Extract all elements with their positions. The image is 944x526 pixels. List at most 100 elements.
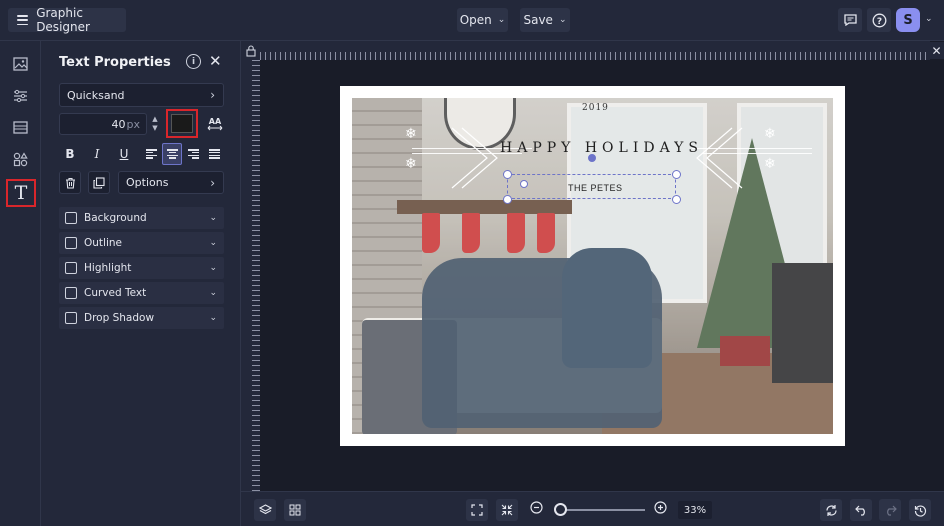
curved-text-checkbox[interactable]	[65, 287, 77, 299]
help-button[interactable]: ?	[867, 8, 891, 32]
drop-shadow-label: Drop Shadow	[84, 312, 155, 324]
app-title: Graphic Designer	[36, 6, 90, 34]
background-tool-button[interactable]	[8, 115, 33, 140]
user-avatar[interactable]: S	[896, 8, 920, 32]
canvas-workspace[interactable]: ✕ ❄ ❄ ❄ ❄ 2019 HAPPY HOLIDAYS THE PETES	[241, 41, 944, 491]
chevron-down-icon[interactable]: ⌄	[209, 213, 217, 223]
ruler-lock-icon[interactable]	[241, 41, 260, 60]
panel-title: Text Properties	[59, 55, 171, 70]
chevron-down-icon[interactable]: ⌄	[209, 263, 217, 273]
adjustments-icon	[14, 89, 27, 102]
actual-size-button[interactable]	[496, 499, 518, 521]
text-color-swatch[interactable]	[166, 109, 198, 138]
history-button[interactable]	[909, 499, 931, 521]
chevron-down-icon[interactable]: ⌄	[209, 238, 217, 248]
comment-icon	[843, 14, 857, 26]
fit-to-screen-button[interactable]	[466, 499, 488, 521]
drop-shadow-section[interactable]: Drop Shadow ⌄	[59, 307, 224, 329]
images-icon	[13, 56, 28, 71]
history-icon	[914, 504, 926, 517]
svg-text:?: ?	[876, 17, 881, 27]
family-photo[interactable]: ❄ ❄ ❄ ❄ 2019 HAPPY HOLIDAYS THE PETES	[352, 98, 833, 434]
background-icon	[13, 121, 28, 134]
letter-spacing-icon: AA	[207, 117, 223, 131]
zoom-slider-knob[interactable]	[554, 503, 567, 516]
sync-button[interactable]	[820, 499, 842, 521]
duplicate-icon	[93, 176, 105, 189]
save-button[interactable]: Save ⌄	[520, 8, 570, 32]
comments-button[interactable]	[838, 8, 862, 32]
images-tool-button[interactable]	[8, 51, 33, 76]
outline-section[interactable]: Outline ⌄	[59, 232, 224, 254]
zoom-out-icon[interactable]	[530, 501, 543, 518]
chevron-down-icon[interactable]: ▼	[152, 124, 157, 133]
bold-button[interactable]: B	[60, 143, 80, 165]
undo-icon	[854, 505, 865, 516]
year-text[interactable]: 2019	[582, 103, 609, 113]
grid-button[interactable]	[284, 499, 306, 521]
open-button[interactable]: Open ⌄	[457, 8, 508, 32]
justify-button[interactable]	[204, 143, 224, 165]
app-menu-button[interactable]: Graphic Designer	[8, 6, 126, 34]
resize-handle-bottom-right[interactable]	[672, 195, 681, 204]
elements-tool-button[interactable]	[8, 147, 33, 172]
snowflake-icon: ❄	[405, 126, 417, 142]
adjustments-tool-button[interactable]	[8, 83, 33, 108]
outline-label: Outline	[84, 237, 122, 249]
highlight-checkbox[interactable]	[65, 262, 77, 274]
expand-icon	[471, 504, 483, 516]
underline-button[interactable]: U	[114, 143, 134, 165]
chevron-down-icon[interactable]: ⌄	[209, 288, 217, 298]
tool-rail: T	[0, 41, 41, 526]
resize-handle-top-left[interactable]	[503, 170, 512, 179]
letter-spacing-button[interactable]: AA	[205, 114, 225, 134]
rotate-handle[interactable]	[588, 154, 596, 162]
align-right-icon	[187, 149, 199, 159]
chevron-down-icon: ⌄	[497, 15, 506, 25]
horizontal-ruler	[260, 41, 930, 60]
font-size-input[interactable]: 40 px	[59, 113, 147, 135]
chevron-down-icon[interactable]: ⌄	[209, 313, 217, 323]
text-tool-button[interactable]: T	[6, 179, 36, 207]
resize-handle-left[interactable]	[520, 180, 528, 188]
design-card[interactable]: ❄ ❄ ❄ ❄ 2019 HAPPY HOLIDAYS THE PETES	[340, 86, 845, 446]
font-size-stepper[interactable]: ▲ ▼	[149, 113, 161, 135]
text-properties-panel: Text Properties i ✕ Quicksand › 40 px ▲ …	[41, 41, 241, 526]
resize-handle-bottom-left[interactable]	[503, 195, 512, 204]
close-rulers-icon[interactable]: ✕	[929, 42, 944, 59]
chevron-right-icon: ›	[210, 88, 215, 102]
align-center-icon	[166, 149, 178, 159]
italic-button[interactable]: I	[87, 143, 107, 165]
font-family-select[interactable]: Quicksand ›	[59, 83, 224, 107]
zoom-level[interactable]: 33%	[678, 501, 712, 519]
background-checkbox[interactable]	[65, 212, 77, 224]
align-left-button[interactable]	[141, 143, 161, 165]
headline-text[interactable]: HAPPY HOLIDAYS	[500, 140, 703, 156]
close-panel-icon[interactable]: ✕	[209, 52, 222, 70]
zoom-in-icon[interactable]	[654, 501, 667, 518]
drop-shadow-checkbox[interactable]	[65, 312, 77, 324]
open-label: Open	[459, 13, 492, 27]
align-center-button[interactable]	[162, 143, 182, 165]
curved-text-section[interactable]: Curved Text ⌄	[59, 282, 224, 304]
info-icon[interactable]: i	[186, 54, 201, 69]
trash-icon	[65, 177, 75, 189]
align-right-button[interactable]	[183, 143, 203, 165]
duplicate-button[interactable]	[88, 171, 110, 194]
outline-checkbox[interactable]	[65, 237, 77, 249]
redo-button[interactable]	[879, 499, 901, 521]
delete-button[interactable]	[59, 171, 81, 194]
chevron-down-icon: ⌄	[558, 15, 567, 25]
account-chevron-down-icon[interactable]: ⌄	[925, 14, 933, 24]
resize-handle-top-right[interactable]	[672, 170, 681, 179]
align-left-icon	[145, 149, 157, 159]
family-name-text[interactable]: THE PETES	[568, 183, 623, 193]
font-size-value: 40	[111, 117, 126, 131]
chevron-up-icon[interactable]: ▲	[152, 115, 157, 124]
highlight-section[interactable]: Highlight ⌄	[59, 257, 224, 279]
background-section[interactable]: Background ⌄	[59, 207, 224, 229]
zoom-slider-track[interactable]	[561, 509, 645, 511]
layers-button[interactable]	[254, 499, 276, 521]
options-button[interactable]: Options ›	[118, 171, 224, 194]
undo-button[interactable]	[850, 499, 872, 521]
